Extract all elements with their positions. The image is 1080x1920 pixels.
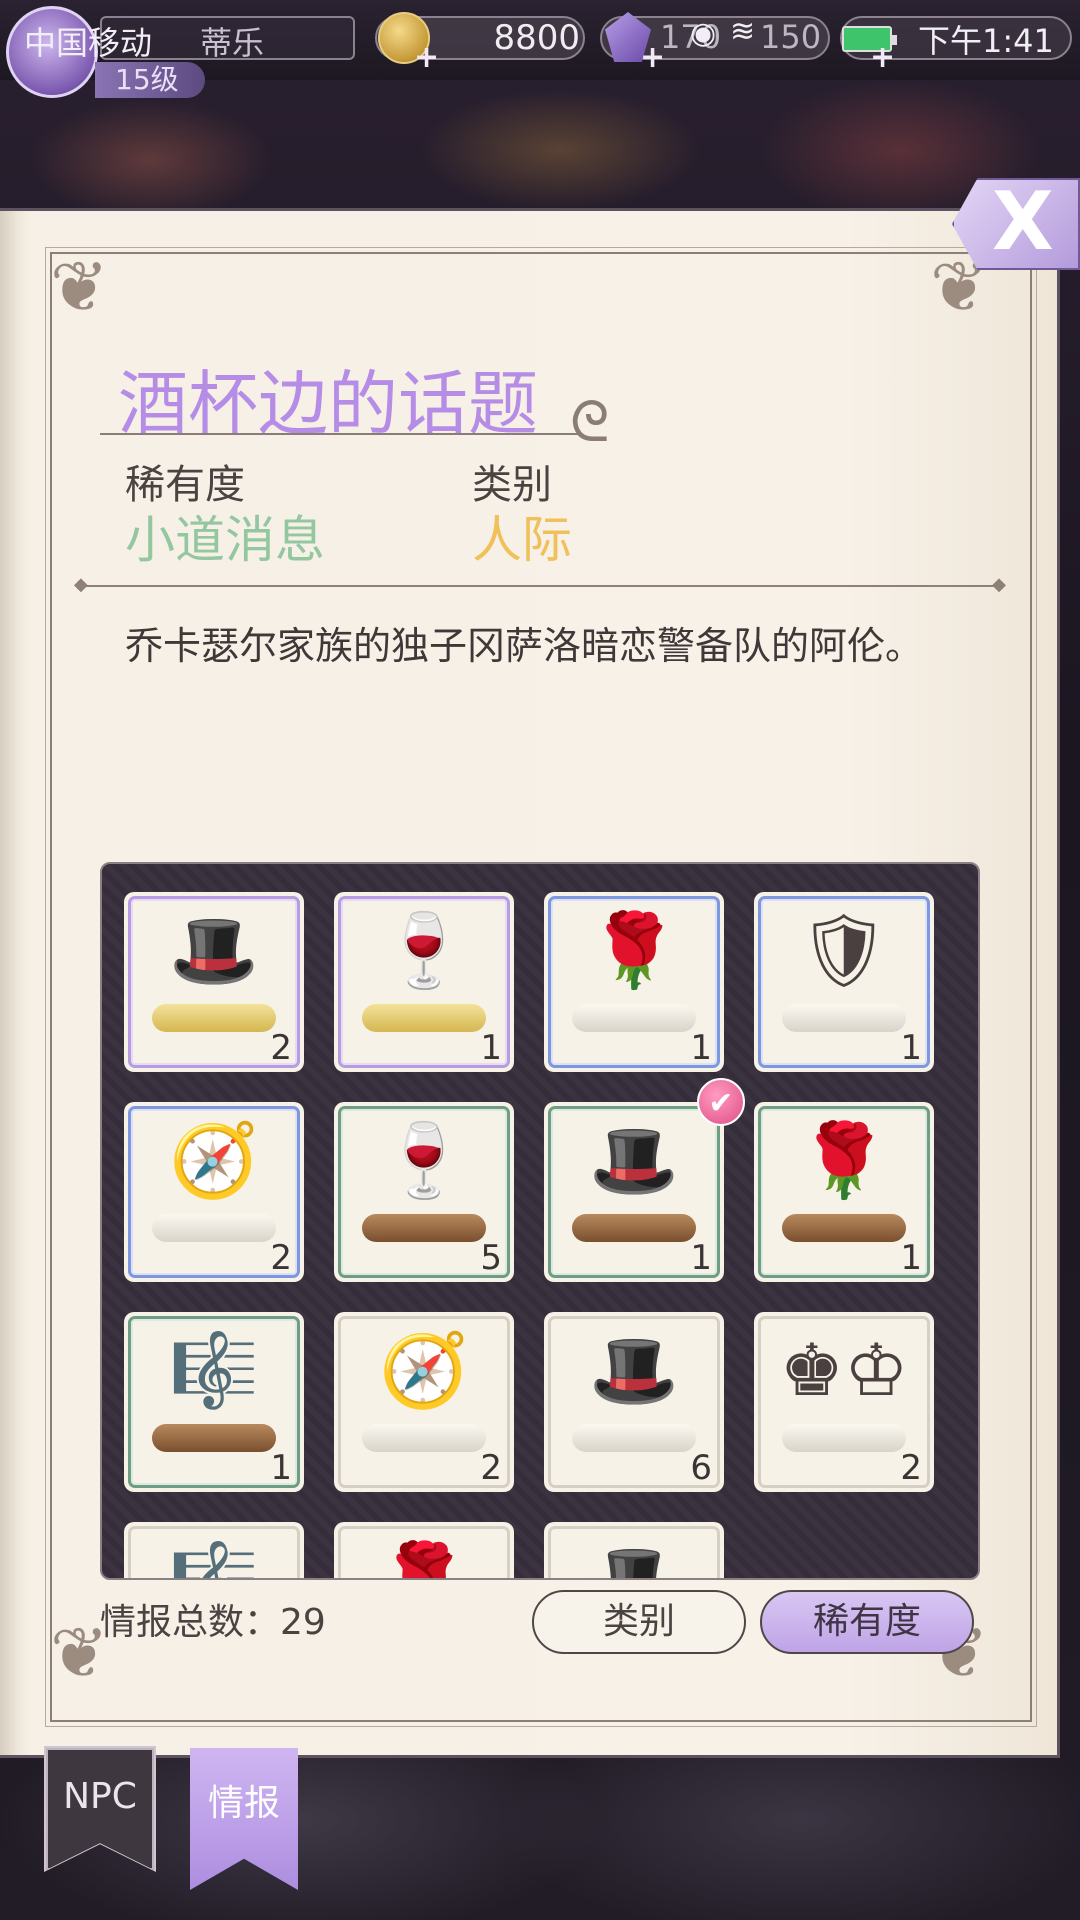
intel-total-count: 情报总数：29 <box>100 1602 326 1643</box>
corner-ornament-icon: ❦ <box>50 246 109 328</box>
hat-icon: 🎩 <box>589 1538 679 1580</box>
add-stamina-icon[interactable]: + <box>870 40 895 75</box>
player-name: 蒂乐 <box>200 24 265 62</box>
harp-icon: 🎼 <box>169 1328 259 1412</box>
rose-vase-icon: 🌹 <box>379 1538 469 1580</box>
item-count: 2 <box>900 1448 922 1488</box>
scroll-icon <box>782 1004 906 1032</box>
item-count: 1 <box>480 1028 502 1068</box>
carrier-label: 中国移动 <box>24 24 153 62</box>
intel-item-card[interactable]: 🧭 2 <box>334 1312 514 1492</box>
intel-item-grid[interactable]: 🎩 2 🍷 1 🌹 1 🛡 1 🧭 2 🍷 5 🎩 1 🌹 1 🎼 1 🧭 2 🎩 6 ♚♔ 2 🎼 🌹 🎩 <box>100 862 980 1580</box>
category-value: 人际 <box>472 511 572 569</box>
item-count: 2 <box>270 1028 292 1068</box>
scroll-icon <box>572 1214 696 1242</box>
wifi-icon: ≋ <box>730 14 756 49</box>
wine-bottle-icon: 🍷 <box>379 1118 469 1202</box>
scroll-icon <box>572 1424 696 1452</box>
harp-icon: 🎼 <box>169 1538 259 1580</box>
eye-icon: ◉ <box>690 16 717 51</box>
swirl-ornament-icon: ᘓ <box>570 390 610 455</box>
wine-bottle-icon: 🍷 <box>379 908 469 992</box>
title-underline <box>100 433 580 435</box>
scroll-icon <box>782 1214 906 1242</box>
item-count: 1 <box>900 1238 922 1278</box>
intel-item-card[interactable]: 🌹 1 <box>544 892 724 1072</box>
top-hat-icon: 🎩 <box>589 1328 679 1412</box>
top-hat-icon: 🎩 <box>169 908 259 992</box>
coin-value: 8800 <box>493 18 580 58</box>
intel-description: 乔卡瑟尔家族的独子冈萨洛暗恋警备队的阿伦。 <box>125 624 924 668</box>
intel-item-card[interactable]: 🎼 1 <box>124 1312 304 1492</box>
intel-item-card[interactable]: 🎩 6 <box>544 1312 724 1492</box>
section-divider <box>74 574 1006 595</box>
sort-by-category-button[interactable]: 类别 <box>532 1590 746 1654</box>
intel-item-card[interactable]: 🌹 1 <box>754 1102 934 1282</box>
item-count: 1 <box>690 1238 712 1278</box>
intel-item-card[interactable]: ♚♔ 2 <box>754 1312 934 1492</box>
intel-item-card[interactable]: 🎩 2 <box>124 892 304 1072</box>
intel-item-card[interactable]: 🎩 <box>544 1522 724 1580</box>
intel-item-card[interactable]: 🛡 1 <box>754 892 934 1072</box>
scroll-icon <box>572 1004 696 1032</box>
add-gems-icon[interactable]: + <box>640 40 665 75</box>
rose-vase-icon: 🌹 <box>799 1118 889 1202</box>
compass-icon: 🧭 <box>169 1118 259 1202</box>
scroll-icon <box>362 1004 486 1032</box>
intel-item-card[interactable]: 🍷 1 <box>334 892 514 1072</box>
scroll-icon <box>362 1214 486 1242</box>
item-count: 2 <box>270 1238 292 1278</box>
intel-item-card[interactable]: 🌹 <box>334 1522 514 1580</box>
item-count: 6 <box>690 1448 712 1488</box>
intel-item-card[interactable]: 🧭 2 <box>124 1102 304 1282</box>
sort-by-rarity-button[interactable]: 稀有度 <box>760 1590 974 1654</box>
chess-pieces-icon: ♚♔ <box>779 1328 909 1412</box>
compass-icon: 🧭 <box>379 1328 469 1412</box>
item-count: 2 <box>480 1448 502 1488</box>
selected-check-icon: ✔ <box>697 1078 745 1126</box>
item-count: 1 <box>690 1028 712 1068</box>
shield-sword-icon: 🛡 <box>798 908 890 992</box>
level-badge: 15级 <box>95 62 205 98</box>
scroll-icon <box>152 1424 276 1452</box>
intel-item-card[interactable]: 🍷 5 <box>334 1102 514 1282</box>
close-icon[interactable]: X <box>992 182 1054 262</box>
rose-vase-icon: 🌹 <box>589 908 679 992</box>
scroll-icon <box>782 1424 906 1452</box>
add-coins-icon[interactable]: + <box>414 40 439 75</box>
stamina-value: 150 <box>760 18 822 56</box>
top-hat-icon: 🎩 <box>589 1118 679 1202</box>
rarity-value: 小道消息 <box>125 511 325 569</box>
scroll-icon <box>152 1214 276 1242</box>
scroll-icon <box>152 1004 276 1032</box>
intel-item-card[interactable]: 🎩 1 <box>544 1102 724 1282</box>
status-time: 下午1:41 <box>918 22 1054 60</box>
item-count: 5 <box>480 1238 502 1278</box>
item-count: 1 <box>270 1448 292 1488</box>
scroll-icon <box>362 1424 486 1452</box>
intel-item-card[interactable]: 🎼 <box>124 1522 304 1580</box>
item-count: 1 <box>900 1028 922 1068</box>
